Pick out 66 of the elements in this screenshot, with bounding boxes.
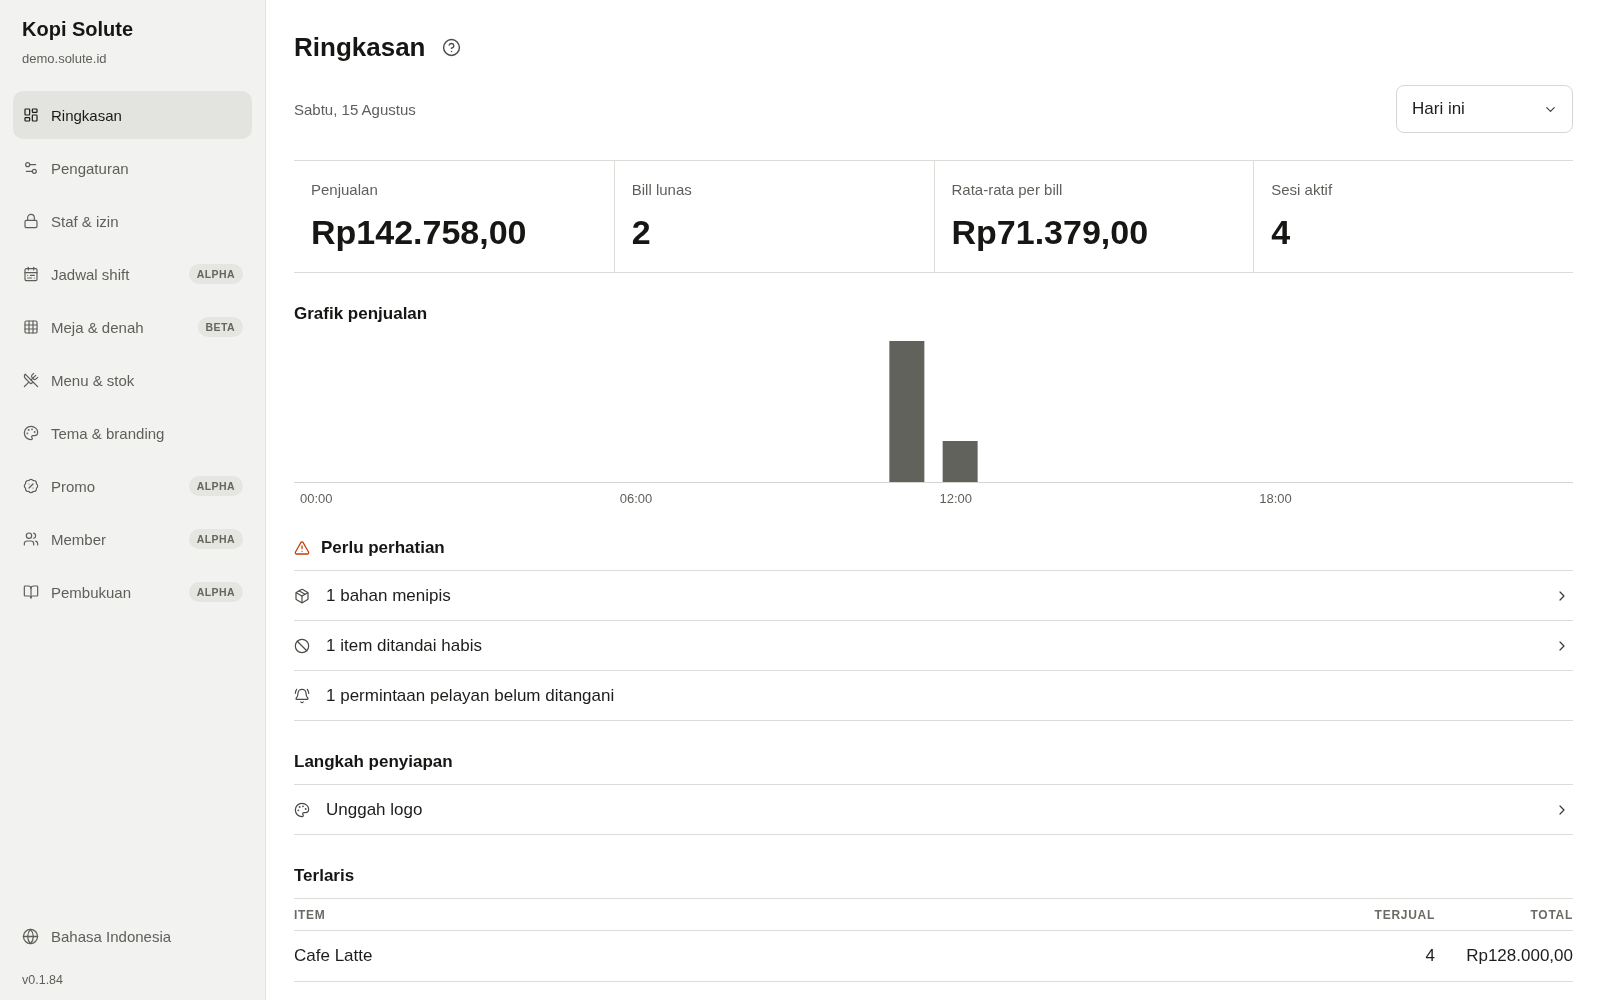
help-icon[interactable] — [441, 37, 461, 57]
stage-badge: ALPHA — [188, 476, 243, 496]
section-title: Grafik penjualan — [294, 303, 428, 325]
axis-label: 00:00 — [299, 491, 333, 507]
app-title: Kopi Solute — [21, 17, 134, 42]
nav-item[interactable]: Tema & branding — [13, 409, 252, 457]
table-cell: 4 — [1425, 946, 1435, 966]
domain-text: demo.solute.id — [21, 50, 107, 68]
date-text: Sabtu, 15 Agustus — [294, 100, 416, 118]
lock-icon — [23, 213, 39, 229]
dashboard-icon — [23, 107, 39, 123]
row-text: 1 permintaan pelayan belum ditangani — [326, 685, 615, 706]
column-header: ITEM — [294, 907, 326, 922]
nav-item[interactable]: Staf & izin — [13, 197, 252, 245]
period-select[interactable]: Hari ini — [1396, 85, 1573, 133]
stat-label: Sesi aktif — [1271, 180, 1333, 200]
stage-badge: ALPHA — [188, 264, 243, 284]
grid-icon — [23, 319, 39, 335]
language-button[interactable]: Bahasa Indonesia — [13, 924, 181, 948]
book-icon — [23, 584, 39, 600]
nav-item[interactable]: Pembukuan ALPHA — [13, 568, 252, 616]
stage-badge: ALPHA — [188, 529, 243, 549]
stat-value: Rp71.379,00 — [951, 212, 1149, 252]
nav-item[interactable]: Member ALPHA — [13, 515, 252, 563]
palette-icon — [23, 425, 39, 441]
percent-badge-icon — [23, 478, 39, 494]
globe-icon — [22, 927, 39, 945]
list-row[interactable]: Unggah logo — [294, 785, 1573, 835]
axis-label: 06:00 — [618, 491, 653, 507]
palette-icon — [294, 801, 310, 818]
stage-badge: ALPHA — [188, 582, 243, 602]
section-title: Terlaris — [294, 865, 355, 887]
chart-bar — [942, 441, 978, 482]
axis-label: 18:00 — [1258, 491, 1292, 507]
stat-label: Rata-rata per bill — [951, 180, 1063, 200]
table-cell: Rp128.000,00 — [1466, 946, 1573, 966]
section-title: Langkah penyiapan — [294, 751, 453, 773]
list-row[interactable]: 1 item ditandai habis — [294, 621, 1573, 671]
page-title: Ringkasan — [294, 31, 426, 63]
stat-label: Bill lunas — [631, 180, 692, 200]
nav-item[interactable]: Jadwal shift ALPHA — [13, 250, 252, 298]
sliders-icon — [23, 160, 39, 176]
nav-item[interactable]: Menu & stok — [13, 356, 252, 404]
column-header: TERJUAL — [1374, 907, 1435, 922]
list-row[interactable]: 1 bahan menipis — [294, 571, 1573, 621]
nav-item[interactable]: Meja & denah BETA — [13, 303, 252, 351]
nav-item[interactable]: Promo ALPHA — [13, 462, 252, 510]
bell-icon — [294, 687, 310, 704]
nav-item[interactable]: Pengaturan — [13, 144, 252, 192]
stat-label: Penjualan — [311, 180, 378, 200]
warning-icon — [294, 540, 310, 556]
nav-item[interactable]: Ringkasan — [13, 91, 252, 139]
calendar-icon — [23, 266, 39, 282]
stat-value: 4 — [1271, 212, 1291, 252]
axis-label: 12:00 — [938, 491, 973, 507]
table-cell: Cafe Latte — [294, 946, 373, 966]
prohibited-icon — [294, 637, 310, 654]
section-title: Perlu perhatian — [321, 537, 445, 559]
stage-badge: BETA — [197, 317, 243, 337]
stat-value: Rp142.758,00 — [311, 212, 527, 252]
box-icon — [294, 587, 310, 604]
users-icon — [23, 531, 39, 547]
stat-value: 2 — [631, 212, 651, 252]
version-label: v0.1.84 — [21, 972, 63, 988]
utensils-icon — [23, 372, 39, 388]
column-header: TOTAL — [1530, 907, 1573, 922]
